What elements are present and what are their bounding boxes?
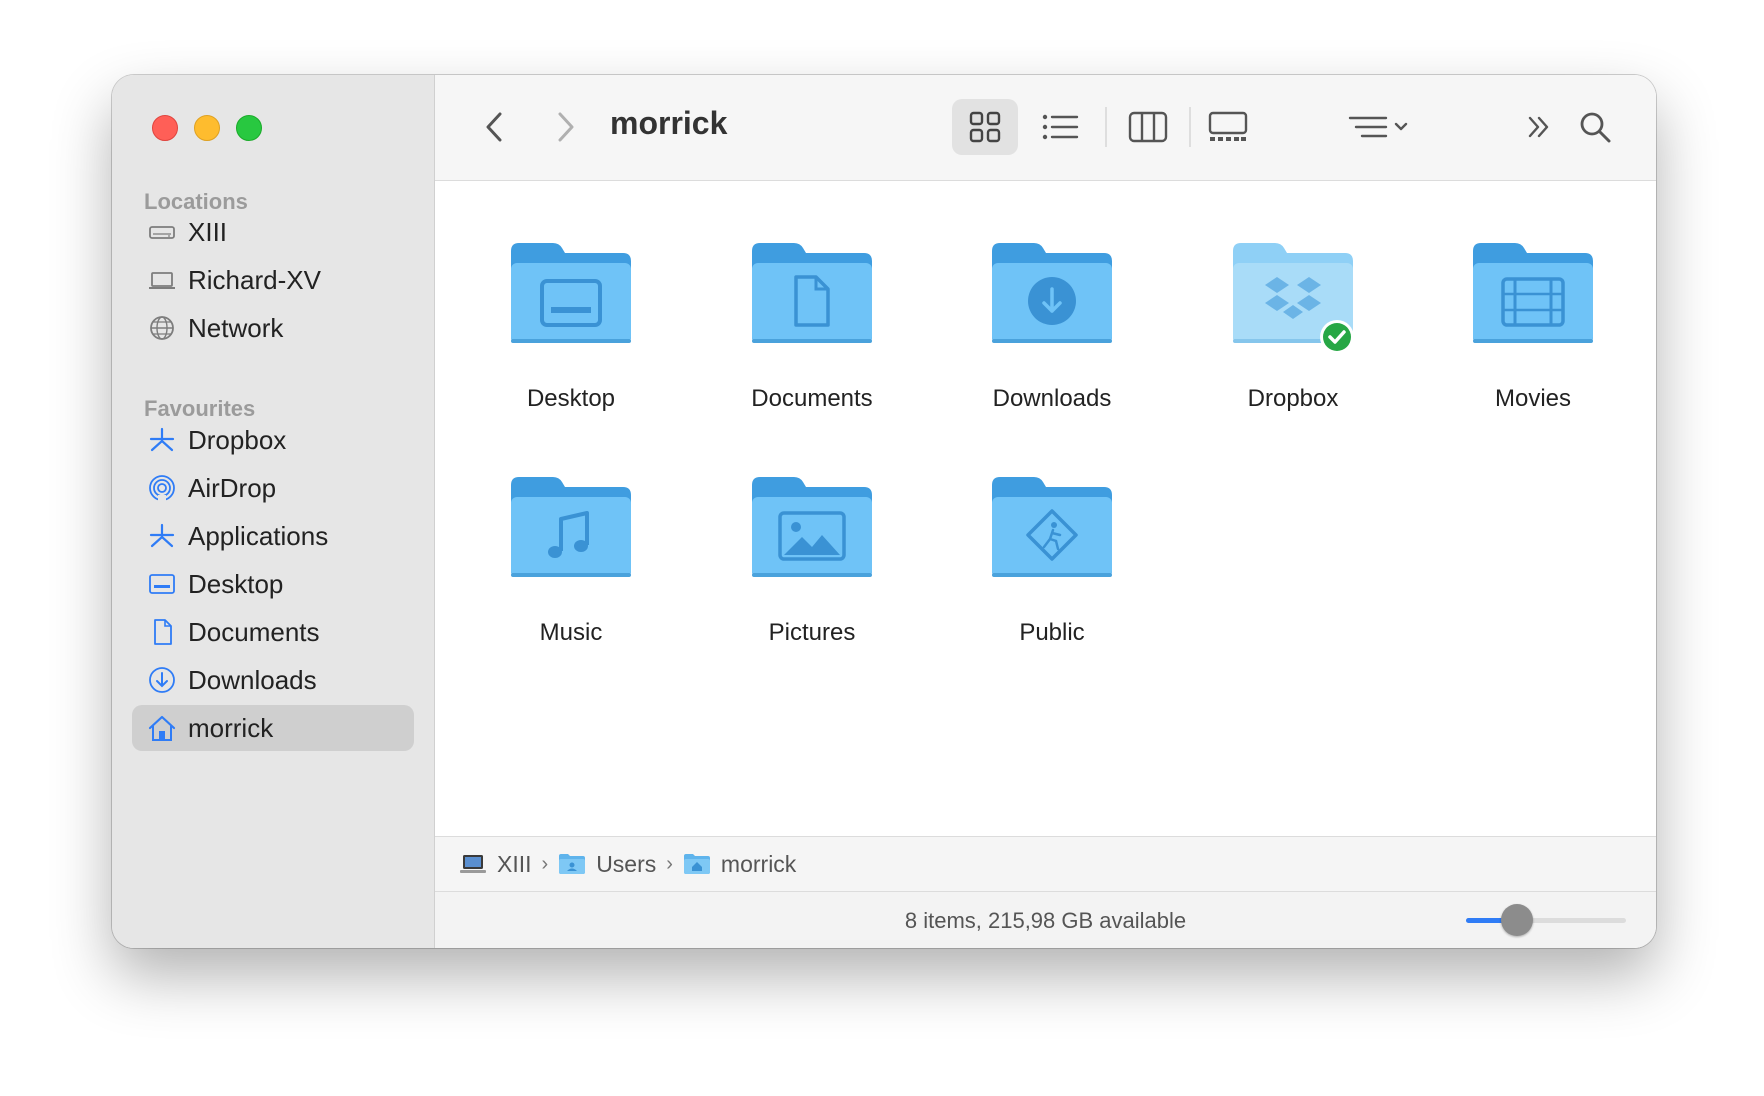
drive-icon — [146, 216, 178, 248]
sidebar-item-desktop[interactable]: Desktop — [132, 561, 414, 607]
sidebar-item-downloads[interactable]: Downloads — [132, 657, 414, 703]
documents-folder-icon — [752, 243, 872, 343]
path-separator: › — [666, 852, 673, 875]
icon-size-slider[interactable] — [1466, 904, 1626, 936]
back-button[interactable] — [475, 107, 515, 147]
folder-label: Desktop — [526, 385, 616, 412]
sidebar-item-label: Documents — [188, 616, 320, 647]
minimize-window-button[interactable] — [194, 115, 220, 141]
chevron-left-icon — [486, 112, 502, 142]
dropbox-folder-icon — [1233, 243, 1354, 354]
sidebar-item-label: Desktop — [188, 568, 284, 599]
folder-item-desktop[interactable]: Desktop — [471, 241, 671, 413]
double-chevron-right-icon — [1528, 116, 1549, 138]
folder-label: Pictures — [768, 619, 856, 646]
desktop-folder-icon — [511, 243, 631, 343]
music-folder-icon — [511, 477, 631, 577]
home-folder-icon — [683, 854, 710, 874]
file-grid: Desktop Documents Downloads Dropbox Movi… — [435, 181, 1656, 836]
home-icon — [146, 712, 178, 744]
chevron-right-icon — [558, 112, 574, 142]
sidebar-item-dropbox[interactable]: Dropbox — [132, 417, 414, 463]
folder-label: Movies — [1494, 385, 1572, 412]
toolbar-divider — [1189, 107, 1191, 147]
document-icon — [146, 616, 178, 648]
path-crumb-xiii[interactable]: XIII — [459, 851, 532, 878]
folder-item-movies[interactable]: Movies — [1433, 241, 1633, 413]
finder-window: Locations XIII Richard-XV Network Favour… — [112, 75, 1656, 948]
list-icon — [1042, 114, 1079, 140]
sidebar-item-airdrop[interactable]: AirDrop — [132, 465, 414, 511]
column-view-button[interactable] — [1115, 99, 1181, 155]
path-crumb-users[interactable]: Users — [558, 851, 656, 878]
folder-item-public[interactable]: Public — [952, 475, 1152, 647]
sidebar-item-label: AirDrop — [188, 472, 277, 503]
laptop-icon — [146, 264, 178, 296]
sidebar-item-network[interactable]: Network — [132, 305, 414, 351]
gallery-view-button[interactable] — [1193, 99, 1263, 155]
downloads-folder-icon — [992, 243, 1112, 343]
path-bar: XIII › Users › morrick — [435, 836, 1656, 892]
toolbar-divider — [1105, 107, 1107, 147]
dropbox-icon — [146, 424, 178, 456]
sidebar-item-xiii[interactable]: XIII — [132, 209, 414, 255]
desktop-icon — [146, 568, 178, 600]
zoom-window-button[interactable] — [236, 115, 262, 141]
folder-icon — [559, 854, 586, 874]
airdrop-icon — [146, 472, 178, 504]
window-controls — [152, 115, 262, 141]
columns-icon — [1128, 111, 1168, 143]
slider-knob[interactable] — [1500, 904, 1533, 936]
close-window-button[interactable] — [152, 115, 178, 141]
icon-view-button[interactable] — [952, 99, 1018, 155]
list-view-button[interactable] — [1027, 99, 1093, 155]
folder-label: Dropbox — [1247, 385, 1339, 412]
movies-folder-icon — [1473, 243, 1593, 343]
group-list-icon — [1348, 116, 1408, 138]
search-icon — [1580, 112, 1611, 143]
applications-icon — [146, 520, 178, 552]
window-title: morrick — [610, 105, 728, 141]
sidebar-item-label: Applications — [188, 520, 329, 551]
group-by-button[interactable] — [1340, 99, 1420, 155]
globe-icon — [146, 312, 178, 344]
folder-item-documents[interactable]: Documents — [712, 241, 912, 413]
path-crumb-label: morrick — [720, 850, 797, 877]
folder-label: Public — [1019, 619, 1085, 646]
folder-item-music[interactable]: Music — [471, 475, 671, 647]
path-crumb-morrick[interactable]: morrick — [683, 851, 796, 878]
toolbar: morrick — [435, 75, 1656, 181]
grid-icon — [969, 111, 1001, 143]
public-folder-icon — [992, 477, 1112, 577]
more-toolbar-button[interactable] — [1515, 99, 1563, 155]
sidebar: Locations XIII Richard-XV Network Favour… — [112, 75, 435, 948]
folder-item-downloads[interactable]: Downloads — [952, 241, 1152, 413]
sidebar-item-richard-xv[interactable]: Richard-XV — [132, 257, 414, 303]
path-crumb-label: Users — [596, 850, 657, 877]
folder-label: Documents — [751, 385, 873, 412]
sidebar-item-label: Network — [188, 312, 284, 343]
search-button[interactable] — [1571, 99, 1619, 155]
path-separator: › — [541, 852, 549, 875]
sidebar-item-label: morrick — [188, 712, 274, 743]
sidebar-item-label: Richard-XV — [188, 264, 321, 295]
laptop-icon — [460, 855, 486, 873]
main-area: morrick Desktop Documents Downloads Drop… — [435, 75, 1656, 948]
sidebar-item-label: Dropbox — [188, 424, 287, 455]
folder-item-dropbox[interactable]: Dropbox — [1193, 241, 1393, 413]
folder-item-pictures[interactable]: Pictures — [712, 475, 912, 647]
sidebar-item-documents[interactable]: Documents — [132, 609, 414, 655]
pictures-folder-icon — [752, 477, 872, 577]
status-bar: 8 items, 215,98 GB available — [435, 892, 1656, 948]
folder-label: Downloads — [992, 385, 1112, 412]
sidebar-item-applications[interactable]: Applications — [132, 513, 414, 559]
sidebar-item-label: XIII — [188, 216, 228, 247]
folder-label: Music — [539, 619, 603, 646]
download-icon — [146, 664, 178, 696]
gallery-icon — [1208, 111, 1248, 141]
sidebar-item-morrick[interactable]: morrick — [132, 705, 414, 751]
sidebar-item-label: Downloads — [188, 664, 317, 695]
path-crumb-label: XIII — [497, 850, 532, 877]
forward-button[interactable] — [545, 107, 585, 147]
